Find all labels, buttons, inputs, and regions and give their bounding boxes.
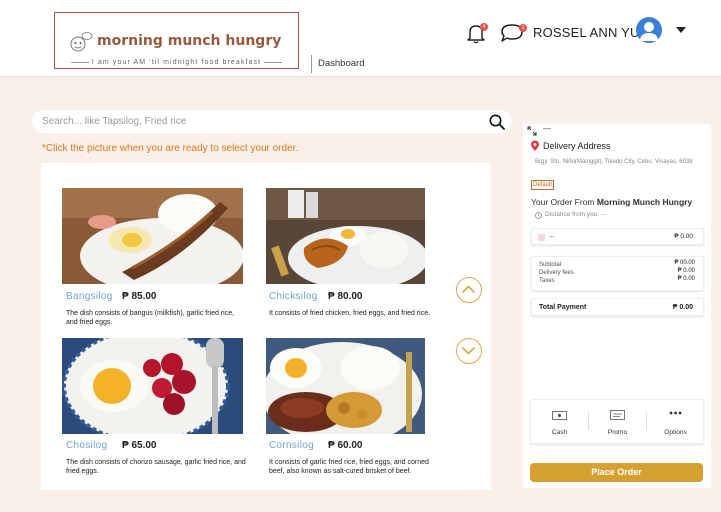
pay-promo-button[interactable]: Promo <box>589 400 646 443</box>
messages-button[interactable]: 1 <box>499 21 527 45</box>
scroll-down-button[interactable] <box>456 338 482 364</box>
menu-panel: Bangsilog ₱ 85.00 The dish consists of b… <box>41 163 491 490</box>
user-avatar[interactable] <box>636 17 662 43</box>
more-options-icon <box>669 411 682 415</box>
chevron-down-icon <box>462 347 475 355</box>
pay-promo-label: Promo <box>607 429 628 436</box>
panel-menu-dash[interactable]: — <box>543 124 551 133</box>
order-panel: — Delivery Address Brgy. Sto. Niño(Maing… <box>523 124 711 488</box>
scroll-up-button[interactable] <box>456 277 482 303</box>
menu-item-description: The dish consists of bangus (milkfish), … <box>66 310 235 326</box>
distance-text: Distance from you: -- <box>545 211 606 218</box>
taxes-label: Taxes <box>539 278 555 284</box>
instruction-text: *Click the picture when you are ready to… <box>42 143 299 154</box>
clock-icon <box>535 212 542 219</box>
your-order-prefix: Your Order From <box>531 197 595 207</box>
search-input[interactable] <box>42 114 462 129</box>
brand-logo[interactable]: morning munch hungry I am your AM 'til m… <box>54 12 299 69</box>
taxes-value: ₱ 0.00 <box>677 276 695 282</box>
chosilog-image[interactable] <box>62 338 243 434</box>
search-icon[interactable] <box>488 113 506 131</box>
order-item-price: ₱ 0.00 <box>674 233 693 240</box>
nav-dashboard-link[interactable]: Dashboard <box>318 58 364 69</box>
bangsilog-image[interactable] <box>62 188 243 284</box>
order-item-name: -- <box>550 233 555 240</box>
your-order-heading: Your Order From Morning Munch Hungry <box>531 197 692 207</box>
menu-item-name[interactable]: Cornsilog <box>269 440 314 451</box>
menu-item-description: The dish consists of chorizo sausage, ga… <box>66 459 246 475</box>
total-payment-label: Total Payment <box>539 304 587 311</box>
logo-title: morning munch hungry <box>97 33 282 49</box>
pay-options-label: Options <box>664 429 687 436</box>
pay-cash-label: Cash <box>551 429 568 436</box>
menu-item-description: It consists of fried chicken, fried eggs… <box>269 310 431 317</box>
delivery-fee-value: ₱ 0.00 <box>677 268 695 274</box>
cornsilog-image[interactable] <box>266 338 425 434</box>
notifications-button[interactable]: 4 <box>464 21 488 45</box>
chicksilog-image[interactable] <box>266 188 425 284</box>
delivery-address-title: Delivery Address <box>543 141 611 151</box>
notification-count-badge: 4 <box>480 23 488 31</box>
menu-item-description: It consists of garlic fried rice, fried … <box>269 459 429 475</box>
nav-divider <box>311 55 312 73</box>
chevron-up-icon <box>462 285 475 293</box>
subtotal-label: Subtotal <box>539 262 562 268</box>
pay-options-button[interactable]: Options <box>647 400 704 443</box>
payment-methods: Cash Promo Options <box>530 399 704 444</box>
place-order-button[interactable]: Place Order <box>530 463 703 482</box>
logo-tagline: I am your AM 'til midnight food breakfas… <box>55 59 298 66</box>
menu-item-price: ₱ 65.00 <box>122 440 157 451</box>
subtotal-value: ₱ 00.00 <box>674 260 695 266</box>
delivery-address-text: Brgy. Sto. Niño(Mainggit), Toledo City, … <box>535 159 693 165</box>
location-pin-icon <box>531 140 539 151</box>
cash-icon <box>552 411 567 420</box>
menu-item-name[interactable]: Chicksilog <box>269 291 318 302</box>
menu-item-price: ₱ 80.00 <box>328 291 363 302</box>
user-menu-chevron-down-icon[interactable] <box>676 27 686 33</box>
promo-ticket-icon <box>610 410 625 420</box>
menu-item-name[interactable]: Bangsilog <box>66 291 113 302</box>
default-badge: Default <box>531 180 555 190</box>
menu-item-name[interactable]: Chosilog <box>66 440 107 451</box>
order-item-row[interactable]: -- ₱ 0.00 <box>531 228 704 245</box>
top-header: morning munch hungry I am your AM 'til m… <box>0 0 721 77</box>
user-name[interactable]: ROSSEL ANN YU <box>533 25 640 40</box>
item-thumbnail <box>538 234 545 241</box>
pay-cash-button[interactable]: Cash <box>531 400 588 443</box>
menu-item-price: ₱ 60.00 <box>328 440 363 451</box>
search-bar <box>32 110 512 133</box>
store-name: Morning Munch Hungry <box>596 197 693 207</box>
delivery-fee-label: Delivery fees <box>539 270 574 276</box>
total-payment-row: Total Payment ₱ 0.00 <box>531 298 704 316</box>
user-avatar-icon <box>640 22 658 41</box>
fees-summary: Subtotal ₱ 00.00 Delivery fees ₱ 0.00 Ta… <box>531 256 704 291</box>
menu-item-price: ₱ 85.00 <box>122 291 157 302</box>
total-payment-value: ₱ 0.00 <box>672 304 693 311</box>
logo-face-icon <box>70 32 93 52</box>
message-count-badge: 1 <box>519 24 527 32</box>
expand-icon[interactable] <box>527 126 537 136</box>
